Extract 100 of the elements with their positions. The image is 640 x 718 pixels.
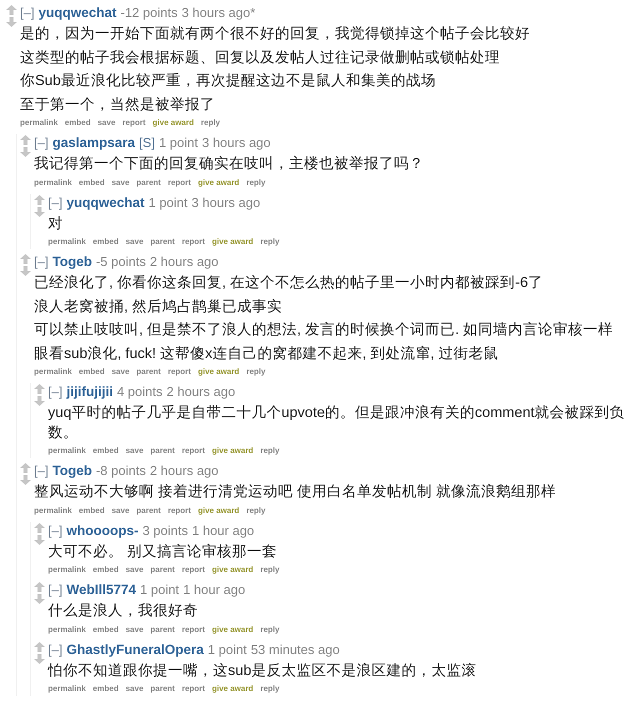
comment-action-link[interactable]: save <box>126 237 144 246</box>
comment-time: 2 hours ago <box>150 253 219 270</box>
downvote-arrow-icon[interactable] <box>6 17 17 27</box>
username-link[interactable]: jijifujijii <box>66 383 113 400</box>
comment-action-link[interactable]: report <box>182 446 205 455</box>
upvote-arrow-icon[interactable] <box>20 463 31 473</box>
comment-action-link[interactable]: report <box>182 565 205 574</box>
comment-action-link[interactable]: embed <box>64 118 91 127</box>
comment-action-link[interactable]: reply <box>260 237 280 246</box>
comment-action-link[interactable]: permalink <box>48 565 86 574</box>
username-link[interactable]: GhastlyFuneralOpera <box>66 640 204 658</box>
downvote-arrow-icon[interactable] <box>34 654 45 664</box>
collapse-toggle[interactable]: [–] <box>34 462 48 479</box>
downvote-arrow-icon[interactable] <box>34 396 45 406</box>
comment-action-link[interactable]: parent <box>136 367 161 376</box>
upvote-arrow-icon[interactable] <box>34 384 45 394</box>
comment-action-link[interactable]: parent <box>150 237 175 246</box>
comment-action-link[interactable]: embed <box>78 178 105 186</box>
comment-action-link[interactable]: permalink <box>48 684 86 693</box>
comment-action-link[interactable]: parent <box>150 446 175 455</box>
comment-action-link[interactable]: embed <box>78 367 105 376</box>
comment-action-link[interactable]: permalink <box>48 624 86 634</box>
username-link[interactable]: yuqqwechat <box>38 4 116 21</box>
upvote-arrow-icon[interactable] <box>20 135 31 145</box>
comment-action-link[interactable]: parent <box>150 565 175 574</box>
upvote-arrow-icon[interactable] <box>34 582 45 592</box>
give-award-link[interactable]: give award <box>198 367 240 376</box>
comment-action-link[interactable]: reply <box>260 446 280 455</box>
upvote-arrow-icon[interactable] <box>6 5 17 15</box>
comment-action-link[interactable]: parent <box>136 506 161 514</box>
comment-action-link[interactable]: permalink <box>34 178 72 186</box>
comment-action-link[interactable]: reply <box>246 367 266 376</box>
comment-action-link[interactable]: report <box>122 118 146 127</box>
comment-action-link[interactable]: reply <box>260 565 280 574</box>
comment-action-link[interactable]: embed <box>92 565 119 574</box>
comment-action-link[interactable]: permalink <box>48 446 86 455</box>
collapse-toggle[interactable]: [–] <box>48 522 62 538</box>
comment-action-link[interactable]: report <box>182 624 205 634</box>
comment-action-link[interactable]: reply <box>200 118 220 127</box>
comment-action-link[interactable]: report <box>182 237 205 246</box>
comment-text: 大可不必。 别又搞言论审核那一套 <box>48 542 278 562</box>
downvote-arrow-icon[interactable] <box>34 206 45 216</box>
comment-action-link[interactable]: reply <box>260 624 280 634</box>
comment-action-link[interactable]: save <box>126 565 144 574</box>
give-award-link[interactable]: give award <box>212 684 254 693</box>
comment-action-link[interactable]: permalink <box>48 237 86 246</box>
upvote-arrow-icon[interactable] <box>34 522 45 532</box>
username-link[interactable]: whoooops- <box>66 522 138 538</box>
collapse-toggle[interactable]: [–] <box>34 134 48 151</box>
comment-action-link[interactable]: embed <box>92 684 119 693</box>
comment-action-link[interactable]: permalink <box>20 118 58 127</box>
collapse-toggle[interactable]: [–] <box>20 4 34 21</box>
collapse-toggle[interactable]: [–] <box>48 581 62 598</box>
downvote-arrow-icon[interactable] <box>20 475 31 485</box>
downvote-arrow-icon[interactable] <box>20 266 31 276</box>
comment-action-link[interactable]: parent <box>150 624 175 634</box>
give-award-link[interactable]: give award <box>198 506 240 514</box>
comment-action-link[interactable]: save <box>126 446 144 455</box>
give-award-link[interactable]: give award <box>198 178 240 186</box>
username-link[interactable]: WebIll5774 <box>66 581 136 598</box>
comment-action-link[interactable]: report <box>168 506 191 514</box>
comment-action-link[interactable]: parent <box>150 684 175 693</box>
comment-action-link[interactable]: embed <box>78 506 105 514</box>
comment-action-link[interactable]: save <box>112 367 130 376</box>
comment-action-link[interactable]: parent <box>136 178 161 186</box>
upvote-arrow-icon[interactable] <box>20 254 31 264</box>
give-award-link[interactable]: give award <box>212 624 254 634</box>
comment-action-link[interactable]: embed <box>92 446 119 455</box>
give-award-link[interactable]: give award <box>212 565 254 574</box>
collapse-toggle[interactable]: [–] <box>34 253 48 270</box>
username-link[interactable]: Togeb <box>52 462 92 479</box>
comment-action-link[interactable]: permalink <box>34 367 72 376</box>
comment-action-link[interactable]: save <box>112 506 130 514</box>
comment-action-link[interactable]: report <box>168 367 191 376</box>
comment-action-link[interactable]: save <box>126 684 144 693</box>
comment-action-link[interactable]: embed <box>92 237 119 246</box>
username-link[interactable]: gaslampsara <box>52 134 136 151</box>
comment-action-link[interactable]: report <box>168 178 191 186</box>
upvote-arrow-icon[interactable] <box>34 194 45 204</box>
username-link[interactable]: Togeb <box>52 253 92 270</box>
comment-action-link[interactable]: reply <box>260 684 280 693</box>
comment-action-link[interactable]: permalink <box>34 506 72 514</box>
comment-action-link[interactable]: save <box>98 118 116 127</box>
upvote-arrow-icon[interactable] <box>34 642 45 652</box>
downvote-arrow-icon[interactable] <box>20 147 31 157</box>
comment-action-link[interactable]: save <box>126 624 144 634</box>
comment-action-link[interactable]: save <box>112 178 130 186</box>
comment-action-link[interactable]: embed <box>92 624 119 634</box>
downvote-arrow-icon[interactable] <box>34 594 45 604</box>
comment-action-link[interactable]: report <box>182 684 205 693</box>
username-link[interactable]: yuqqwechat <box>66 194 144 210</box>
give-award-link[interactable]: give award <box>152 118 194 127</box>
give-award-link[interactable]: give award <box>212 237 254 246</box>
collapse-toggle[interactable]: [–] <box>48 640 62 658</box>
comment-action-link[interactable]: reply <box>246 178 266 186</box>
downvote-arrow-icon[interactable] <box>34 534 45 544</box>
give-award-link[interactable]: give award <box>212 446 254 455</box>
collapse-toggle[interactable]: [–] <box>48 383 62 400</box>
comment-action-link[interactable]: reply <box>246 506 266 514</box>
collapse-toggle[interactable]: [–] <box>48 194 62 210</box>
